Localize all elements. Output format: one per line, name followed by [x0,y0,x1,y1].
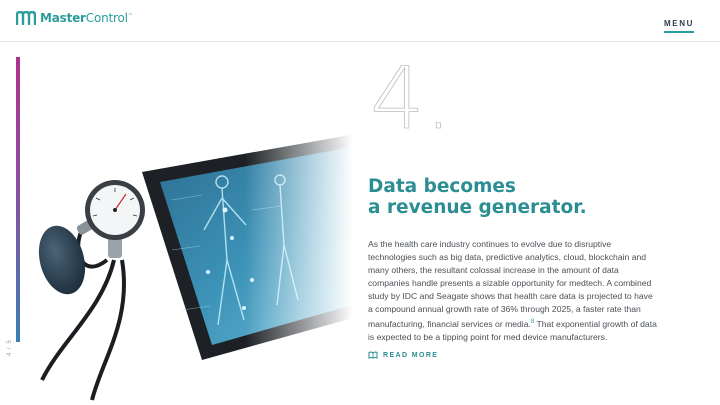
mastercontrol-logo[interactable]: MasterControl™ [16,11,133,25]
menu-button[interactable]: MENU [664,19,694,33]
read-more-link[interactable]: READ MORE [368,350,438,360]
article-headline: Data becomes a revenue generator. [368,176,668,218]
header: MasterControl™ MENU [0,0,720,42]
mastercontrol-logo-icon [16,11,36,25]
page-indicator: 4 / 5 [7,339,13,356]
article-body: As the health care industry continues to… [368,239,657,342]
section-number: 4. [370,56,450,149]
svg-text:4.: 4. [370,56,450,149]
hero-illustration [22,110,382,405]
headline-line-2: a revenue generator. [368,197,587,218]
headline-line-1: Data becomes [368,176,516,197]
logo-text: MasterControl™ [40,11,133,25]
book-icon [368,351,378,359]
read-more-label: READ MORE [383,351,439,359]
progress-bar [16,57,20,342]
